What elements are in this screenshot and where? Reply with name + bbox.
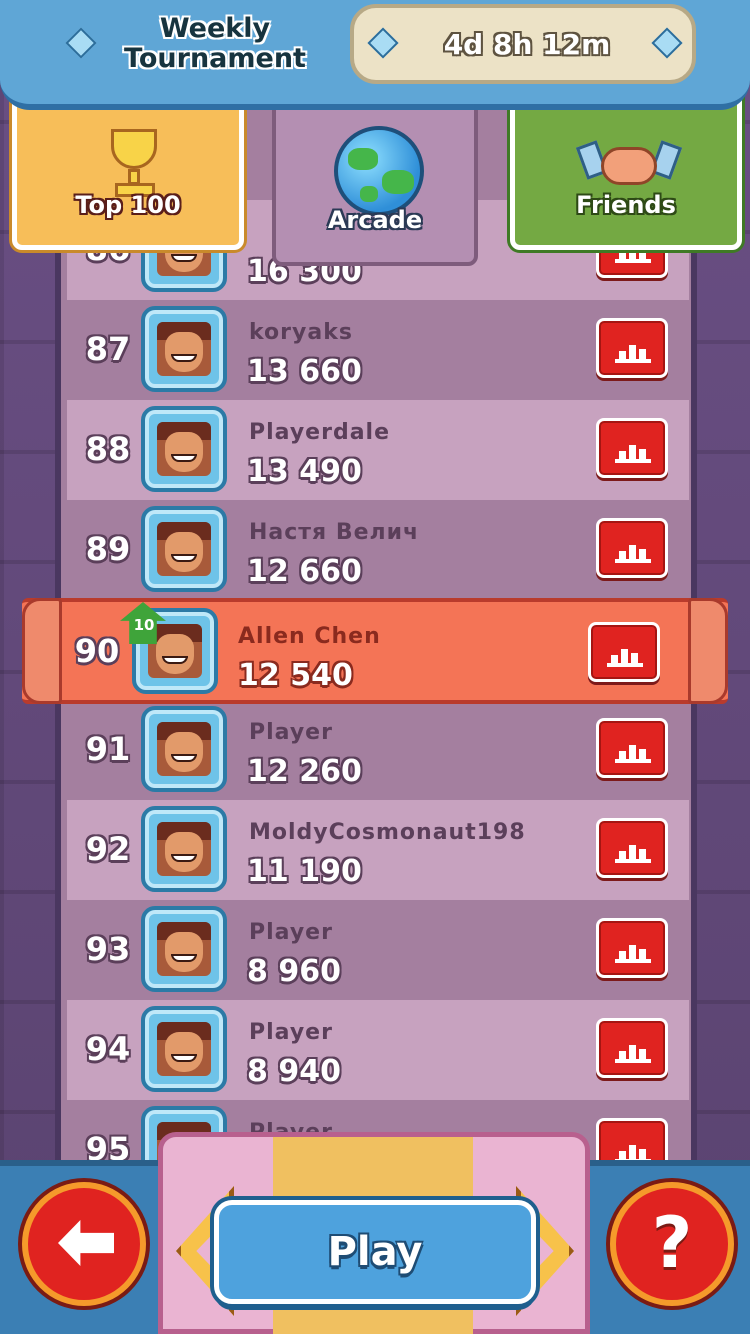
player-name: Playerdale xyxy=(249,420,391,445)
player-score: 12 660 xyxy=(247,554,362,589)
player-avatar[interactable] xyxy=(141,906,227,992)
player-name: Player xyxy=(249,1020,333,1045)
leaderboard-row[interactable]: 91 Player 12 260 xyxy=(67,700,689,800)
stats-button[interactable] xyxy=(596,918,668,978)
page-title: Weekly Tournament xyxy=(124,13,306,74)
tab-label: Top 100 xyxy=(75,191,181,219)
bar-chart-icon xyxy=(615,533,651,563)
player-avatar[interactable] xyxy=(141,306,227,392)
player-avatar[interactable] xyxy=(141,706,227,792)
player-score: 13 660 xyxy=(247,354,362,389)
ribbon-curl-left xyxy=(22,598,62,704)
player-score: 8 960 xyxy=(247,954,341,989)
bar-chart-icon xyxy=(615,1133,651,1163)
player-name: Player xyxy=(249,720,333,745)
timer-panel: 4d 8h 12m xyxy=(350,4,696,84)
player-name: MoldyCosmonaut198 xyxy=(249,820,526,845)
bar-chart-icon xyxy=(615,733,651,763)
bar-chart-icon xyxy=(615,1033,651,1063)
player-score: 13 490 xyxy=(247,454,362,489)
bar-chart-icon xyxy=(615,933,651,963)
tab-label: Arcade xyxy=(327,206,423,234)
stats-button[interactable] xyxy=(596,1018,668,1078)
player-score: 12 260 xyxy=(247,754,362,789)
gem-icon xyxy=(65,27,97,59)
bar-chart-icon xyxy=(615,433,651,463)
leaderboard-row[interactable]: 94 Player 8 940 xyxy=(67,1000,689,1100)
countdown-timer: 4d 8h 12m xyxy=(443,28,611,61)
player-name: Player xyxy=(249,920,333,945)
bar-chart-icon xyxy=(607,637,643,667)
player-avatar[interactable] xyxy=(141,406,227,492)
row-rank: 89 xyxy=(85,530,131,568)
row-rank: 93 xyxy=(85,930,131,968)
leaderboard-row[interactable]: 88 Playerdale 13 490 xyxy=(67,400,689,500)
trophy-icon xyxy=(101,129,167,199)
stats-button[interactable] xyxy=(596,518,668,578)
bar-chart-icon xyxy=(615,833,651,863)
back-arrow-icon xyxy=(58,1220,114,1266)
stats-button[interactable] xyxy=(596,418,668,478)
current-player-row[interactable]: 90 10 Allen Chen 12 540 xyxy=(22,598,728,704)
row-rank: 92 xyxy=(85,830,131,868)
rank-change-value: 10 xyxy=(133,616,155,634)
row-rank: 94 xyxy=(85,1030,131,1068)
question-mark-icon: ? xyxy=(651,1202,693,1284)
tournament-header: Weekly Tournament 4d 8h 12m xyxy=(0,0,750,110)
player-score: 12 540 xyxy=(238,658,353,693)
handshake-icon xyxy=(575,133,683,197)
play-button[interactable]: Play xyxy=(214,1200,536,1304)
bar-chart-icon xyxy=(615,333,651,363)
row-rank: 87 xyxy=(85,330,131,368)
ribbon-curl-right xyxy=(688,598,728,704)
play-label: Play xyxy=(327,1229,423,1275)
leaderboard-row[interactable]: 87 koryaks 13 660 xyxy=(67,300,689,400)
player-score: 8 940 xyxy=(247,1054,341,1089)
player-avatar[interactable] xyxy=(141,506,227,592)
back-button[interactable] xyxy=(22,1182,146,1306)
row-rank: 91 xyxy=(85,730,131,768)
leaderboard-row[interactable]: 93 Player 8 960 xyxy=(67,900,689,1000)
row-rank: 88 xyxy=(85,430,131,468)
tab-label: Friends xyxy=(576,191,676,219)
player-name: Allen Chen xyxy=(238,624,381,649)
stats-button[interactable] xyxy=(588,622,660,682)
player-avatar[interactable] xyxy=(141,1006,227,1092)
stats-button[interactable] xyxy=(596,718,668,778)
player-name: koryaks xyxy=(249,320,353,345)
help-button[interactable]: ? xyxy=(610,1182,734,1306)
leaderboard-row[interactable]: 92 MoldyCosmonaut198 11 190 xyxy=(67,800,689,900)
player-avatar[interactable] xyxy=(141,806,227,892)
player-score: 11 190 xyxy=(247,854,362,889)
stats-button[interactable] xyxy=(596,318,668,378)
leaderboard-row[interactable]: 89 Настя Велич 12 660 xyxy=(67,500,689,600)
player-name: Настя Велич xyxy=(249,520,420,545)
rank-up-badge: 10 xyxy=(120,602,168,648)
globe-icon xyxy=(334,126,424,216)
stats-button[interactable] xyxy=(596,818,668,878)
